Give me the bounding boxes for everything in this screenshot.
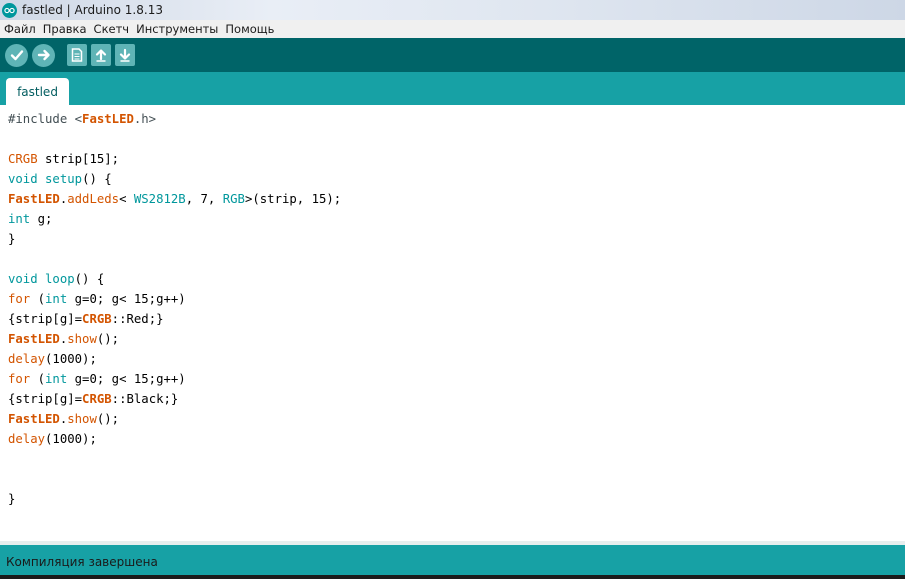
code-line-12: FastLED.show(); [8,332,120,346]
code-line-7: } [8,232,16,246]
code-line-20: } [8,492,16,506]
code-line-1: #include <FastLED.h> [8,112,157,126]
tab-fastled[interactable]: fastled [6,78,69,105]
console-area [0,575,905,579]
code-line-5: FastLED.addLeds< WS2812B, 7, RGB>(strip,… [8,192,342,206]
menu-bar: Файл Правка Скетч Инструменты Помощь [0,20,905,38]
verify-button[interactable] [5,43,28,67]
code-line-9: void loop() { [8,272,105,286]
status-bar: Компиляция завершена [0,545,905,579]
new-file-icon [71,48,83,62]
code-line-16: FastLED.show(); [8,412,120,426]
code-line-14: for (int g=0; g< 15;g++) [8,372,186,386]
arduino-logo-icon [2,2,17,18]
code-line-13: delay(1000); [8,352,97,366]
new-button[interactable] [67,44,87,66]
code-line-6: int g; [8,212,53,226]
window-title: fastled | Arduino 1.8.13 [22,3,163,17]
code-editor[interactable]: #include <FastLED.h> CRGB strip[15]; voi… [0,105,905,541]
menu-sketch[interactable]: Скетч [94,22,130,36]
toolbar [0,38,905,72]
arrow-down-icon [119,48,131,62]
check-icon [10,50,23,61]
menu-tools[interactable]: Инструменты [136,22,218,36]
tab-bar: fastled [0,72,905,105]
save-button[interactable] [115,44,135,66]
menu-help[interactable]: Помощь [225,22,274,36]
code-line-11: {strip[g]=CRGB::Red;} [8,312,164,326]
code-line-17: delay(1000); [8,432,97,446]
menu-file[interactable]: Файл [4,22,36,36]
arrow-up-icon [95,49,107,62]
arrow-right-icon [37,49,50,61]
code-line-3: CRGB strip[15]; [8,152,120,166]
menu-edit[interactable]: Правка [43,22,87,36]
code-line-10: for (int g=0; g< 15;g++) [8,292,186,306]
open-button[interactable] [91,44,111,66]
code-line-15: {strip[g]=CRGB::Black;} [8,392,179,406]
code-line-4: void setup() { [8,172,112,186]
status-message: Компиляция завершена [6,555,158,569]
title-bar: fastled | Arduino 1.8.13 [0,0,905,20]
upload-button[interactable] [32,43,55,67]
